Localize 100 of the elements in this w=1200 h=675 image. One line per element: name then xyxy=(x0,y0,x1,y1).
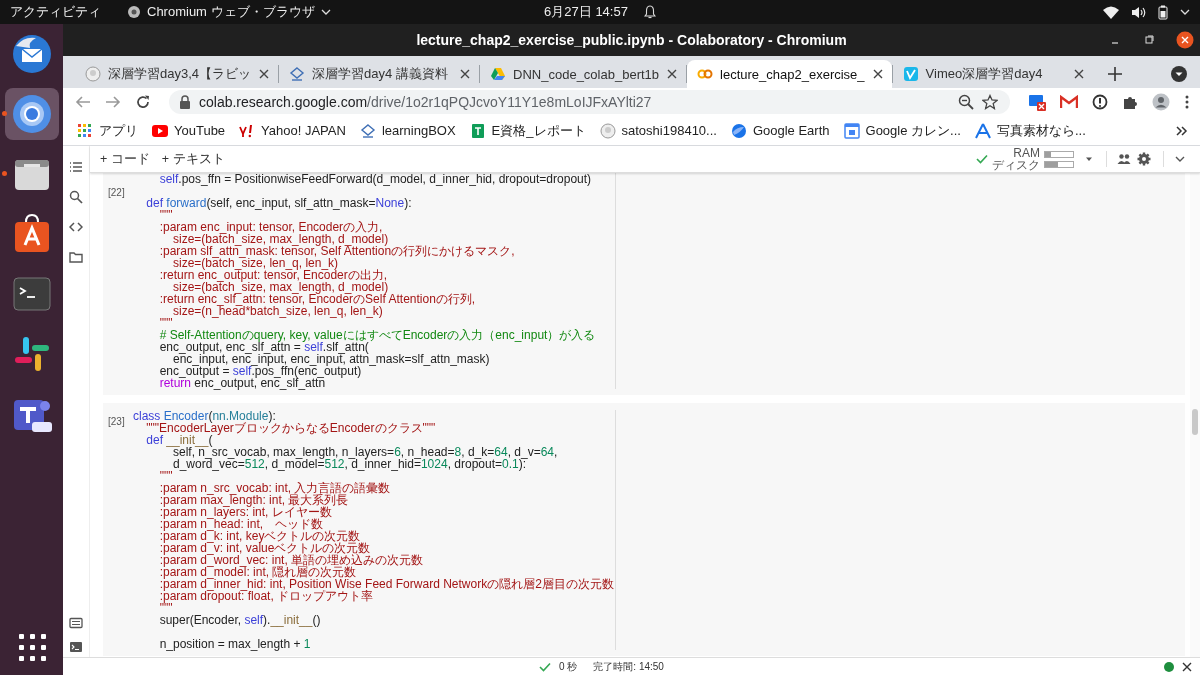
info-icon[interactable] xyxy=(1092,94,1108,110)
window-title: lecture_chap2_exercise_public.ipynb - Colaboratory - Chromium xyxy=(415,32,848,48)
completion-time: 完了時間: 14:50 xyxy=(593,659,664,674)
avatar-icon xyxy=(599,122,616,139)
code-line: :param n_head: int, ヘッド数 xyxy=(158,518,324,530)
back-icon[interactable] xyxy=(75,94,91,110)
reload-icon[interactable] xyxy=(135,94,151,110)
run-duration: 0 秒 xyxy=(559,659,578,674)
code-line: enc_input, enc_input, enc_input, attn_mask=slf_attn_mask) xyxy=(173,353,491,365)
code-line: :param d_v: int, valueベクトルの次元数 xyxy=(158,542,372,554)
code-line: return enc_output, enc_slf_attn xyxy=(158,377,326,389)
code-line: d_word_vec=512, d_model=512, d_inner_hid=1024, dropout=0.1): xyxy=(173,458,527,470)
check-icon xyxy=(539,660,551,673)
bookmark[interactable]: 写真素材なら... xyxy=(974,121,1086,140)
activities-button[interactable]: アクティビティ xyxy=(10,3,101,21)
code-line: class Encoder(nn.Module): xyxy=(133,410,276,422)
code-line: size=(n_head*batch_size, len_q, len_k) xyxy=(172,305,384,317)
disk-meter xyxy=(1044,160,1074,168)
code-line: # Self-Attentionのquery, key, valueにはすべてEncoderの入力（enc_input）が入る xyxy=(158,329,597,341)
scrollbar-thumb[interactable] xyxy=(1192,409,1198,435)
avatar-icon xyxy=(85,66,101,82)
keyboard-icon[interactable] xyxy=(69,617,83,629)
profile-icon[interactable] xyxy=(1152,93,1170,111)
address-bar[interactable]: colab.research.google.com/drive/1o2r1qPQJcvoY11Y1e8mLoIJFxAYlti27 xyxy=(169,90,1010,114)
code-line: :param enc_input: tensor, Encoderの入力, xyxy=(158,221,383,233)
code-line: def __init__( xyxy=(145,434,213,446)
app-menu[interactable]: Chromium ウェブ・ブラウザ xyxy=(127,3,331,21)
close-icon[interactable] xyxy=(1176,31,1194,49)
ram-meter xyxy=(1044,150,1074,158)
search-icon[interactable] xyxy=(69,190,83,204)
drive-icon xyxy=(490,66,507,82)
browser-icon xyxy=(127,5,141,19)
double-chevron-icon[interactable] xyxy=(1176,124,1188,137)
code-line: """ xyxy=(158,470,173,482)
bookmark[interactable]: learningBOX xyxy=(359,122,456,139)
browser-tab[interactable]: 深層学習day3,4【ラビッ xyxy=(75,60,279,88)
bookmark[interactable]: E資格_レポート xyxy=(469,121,586,140)
puzzle-icon[interactable] xyxy=(1122,94,1138,110)
code-line: :param n_layers: int, レイヤー数 xyxy=(158,506,332,518)
add-code-button[interactable]: + コード xyxy=(100,150,150,168)
wifi-icon xyxy=(1103,5,1119,19)
close-icon[interactable] xyxy=(258,68,271,80)
bookmark[interactable]: Google Earth xyxy=(730,122,830,139)
play-icon xyxy=(152,122,168,139)
zoom-out-icon[interactable] xyxy=(958,94,974,110)
bookmark[interactable]: satoshi198410... xyxy=(599,122,717,139)
code-line: """ xyxy=(158,317,173,329)
close-icon[interactable] xyxy=(871,68,884,80)
list-icon[interactable] xyxy=(69,160,83,174)
code-line: size=(batch_size, len_q, len_k) xyxy=(173,257,339,269)
menu-icon[interactable] xyxy=(1184,94,1190,110)
scrollbar[interactable] xyxy=(1190,173,1200,657)
bookmark[interactable]: アプリ xyxy=(77,121,138,140)
close-icon[interactable] xyxy=(1072,68,1085,80)
dropdown-icon[interactable] xyxy=(1170,65,1188,83)
status-dot-icon xyxy=(1164,661,1174,672)
code-line: :return enc_output: tensor, Encoderの出力, xyxy=(158,269,389,281)
browser-tab[interactable]: 深層学習day4 講義資料 xyxy=(279,60,480,88)
close-icon[interactable] xyxy=(1182,661,1192,672)
folder-icon[interactable] xyxy=(69,250,83,264)
maximize-icon[interactable] xyxy=(1142,33,1156,47)
screen-alert-icon[interactable] xyxy=(1028,93,1046,111)
code-line: super(Encoder, self).__init__() xyxy=(158,614,322,626)
volume-icon xyxy=(1131,5,1146,19)
calendar-icon xyxy=(843,122,860,139)
browser-tab[interactable]: lecture_chap2_exercise_ xyxy=(687,60,892,88)
code-line: :param slf_attn_mask: tensor, Self Attentionの行列にかけるマスク, xyxy=(158,245,516,257)
plus-icon[interactable] xyxy=(1106,66,1123,82)
video-icon xyxy=(902,66,919,82)
browser-tab[interactable]: DNN_code_colab_bert1b xyxy=(480,60,687,88)
close-icon[interactable] xyxy=(666,68,679,80)
code-line: """ xyxy=(158,209,174,221)
code-line: enc_output, enc_slf_attn = self.slf_attn( xyxy=(158,341,369,353)
lock-icon xyxy=(179,95,191,109)
forward-icon[interactable] xyxy=(105,94,121,110)
code-line: """EncoderLayerブロックからなるEncoderのクラス""" xyxy=(145,422,437,434)
clock[interactable]: 6月27日 14:57 xyxy=(544,3,628,21)
chevron-down-icon xyxy=(320,7,331,17)
bell-icon xyxy=(643,5,656,19)
code-icon[interactable] xyxy=(69,220,83,234)
code-line: :param d_model: int, 隠れ層の次元数 xyxy=(158,566,357,578)
code-line: size=(batch_size, max_length, d_model) xyxy=(173,233,389,245)
star-icon[interactable] xyxy=(982,94,998,110)
code-line: n_position = max_length + 1 xyxy=(158,638,312,650)
add-text-button[interactable]: + テキスト xyxy=(161,150,225,168)
code-line: :return enc_slf_attn: tensor, EncoderのSelf Attentionの行列, xyxy=(158,293,477,305)
dock-item[interactable] xyxy=(4,88,59,140)
bookmark[interactable]: YouTube xyxy=(152,122,226,139)
code-cell[interactable] xyxy=(103,403,1185,656)
bookmark[interactable]: Google カレン... xyxy=(843,121,961,140)
check-icon xyxy=(976,153,988,165)
browser-tab[interactable]: Vimeo深層学習day4 xyxy=(892,60,1093,88)
settings-icon[interactable] xyxy=(1137,152,1151,166)
bookmark[interactable]: Yahoo! JAPAN xyxy=(239,122,346,139)
close-icon[interactable] xyxy=(459,68,472,80)
code-line: :param max_length: int, 最大系列長 xyxy=(158,494,349,506)
mail-icon[interactable] xyxy=(1060,95,1078,109)
terminal-icon[interactable] xyxy=(69,641,83,653)
battery-icon xyxy=(1158,4,1168,20)
code-cell[interactable] xyxy=(103,173,1185,395)
